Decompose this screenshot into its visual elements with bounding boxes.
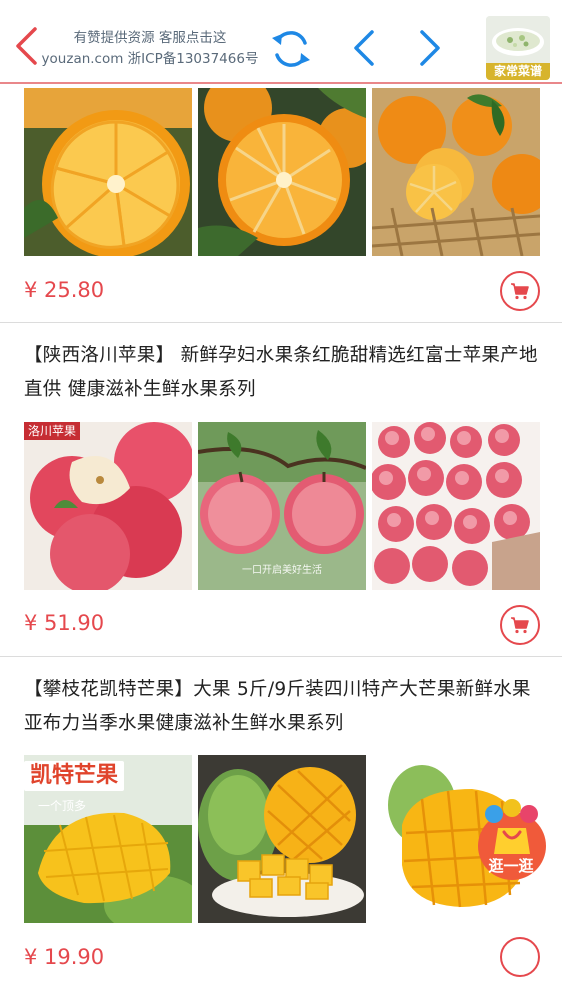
product-price: ¥ 51.90 [24,611,105,635]
icp-notice: youzan.com 浙ICP备13037466号 [41,51,259,67]
add-to-cart-button[interactable] [500,605,540,645]
product-image-row[interactable]: 洛川苹果 一口开启美好生活 [24,422,540,590]
browse-shop-button[interactable]: 逛一逛 [472,798,550,882]
product-title[interactable]: 【攀枝花凯特芒果】大果 5斤/9斤装四川特产大芒果新鲜水果 亚布力当季水果健康滋… [24,673,544,741]
product-image[interactable] [198,755,366,923]
support-notice[interactable]: 有赞提供资源 客服点击这 youzan.com 浙ICP备13037466号 [40,28,260,70]
product-image-row[interactable] [24,88,540,256]
product-image[interactable] [372,88,540,256]
product-image[interactable]: 一口开启美好生活 [198,422,366,590]
cart-icon [511,617,529,634]
recipe-app-thumbnail[interactable]: 家常菜谱 [486,16,550,80]
top-bar: 有赞提供资源 客服点击这 youzan.com 浙ICP备13037466号 家… [0,0,562,84]
chevron-right-icon [420,30,440,66]
product-image[interactable] [372,422,540,590]
support-notice-line1: 有赞提供资源 客服点击这 [73,30,227,46]
cart-icon [511,283,529,300]
chevron-left-icon [354,30,374,66]
refresh-icon [272,31,310,67]
browse-shop-label: 逛一逛 [488,857,534,875]
product-image-row[interactable]: 凯特芒果 一个顶多 [24,755,540,923]
add-to-cart-button[interactable] [500,271,540,311]
image-subtitle: 一个顶多 [38,799,87,813]
image-tag: 洛川苹果 [24,422,81,440]
refresh-button[interactable] [268,26,314,72]
thumbnail-label: 家常菜谱 [486,63,550,80]
next-button[interactable] [412,28,448,68]
add-to-cart-button[interactable] [500,937,540,977]
product-image[interactable] [24,88,192,256]
image-caption: 一口开启美好生活 [242,565,322,576]
product-image[interactable] [198,88,366,256]
product-card-apples[interactable]: 【陕西洛川苹果】 新鲜孕妇水果条红脆甜精选红富士苹果产地直供 健康滋补生鲜水果系… [0,323,562,656]
chevron-left-icon [16,27,37,65]
previous-button[interactable] [346,28,382,68]
image-badge: 凯特芒果 [24,761,125,791]
product-price: ¥ 25.80 [24,278,105,302]
product-title[interactable]: 【陕西洛川苹果】 新鲜孕妇水果条红脆甜精选红富士苹果产地直供 健康滋补生鲜水果系… [24,339,544,407]
product-price: ¥ 19.90 [24,945,105,969]
product-image[interactable]: 洛川苹果 [24,422,192,590]
product-image[interactable]: 凯特芒果 一个顶多 [24,755,192,923]
